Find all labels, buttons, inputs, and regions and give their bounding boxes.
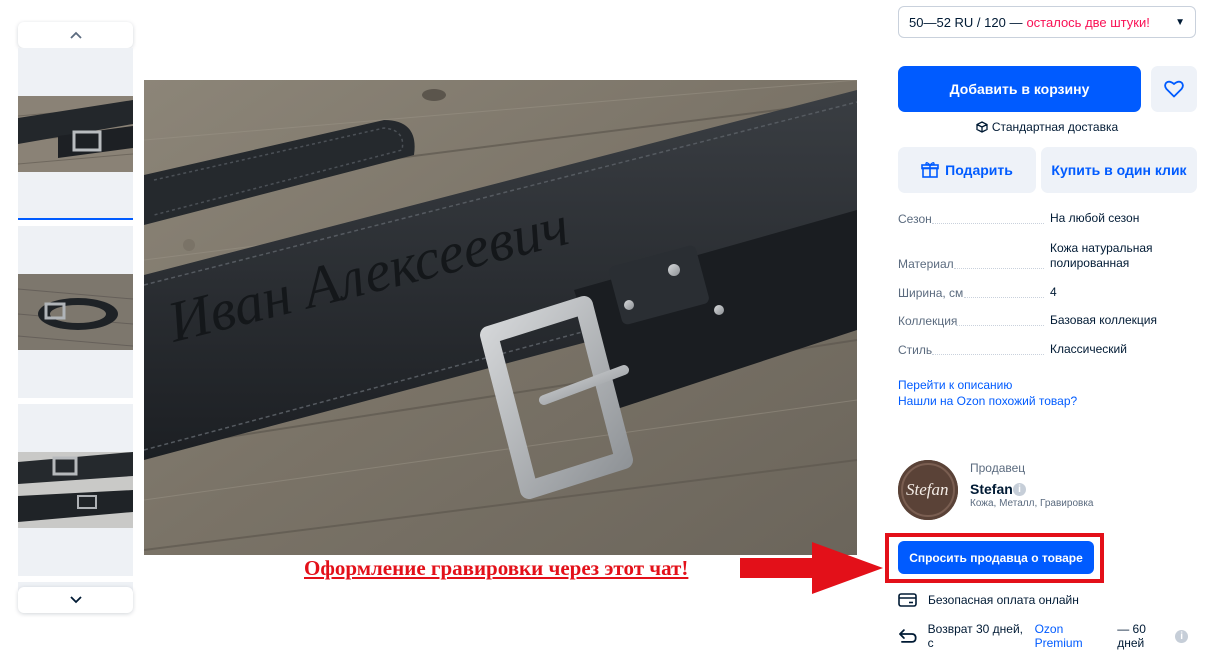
spec-row: Сезон На любой сезон (898, 206, 1198, 226)
spec-key: Материал (898, 257, 954, 271)
spec-key: Стиль (898, 343, 933, 357)
thumbnail-2[interactable] (18, 226, 133, 398)
gift-button[interactable]: Подарить (898, 147, 1036, 193)
size-select[interactable]: 50—52 RU / 120 — осталось две штуки! ▼ (898, 6, 1196, 38)
spec-key: Коллекция (898, 314, 958, 328)
main-product-image: Иван Алексеевич (144, 80, 857, 555)
spec-value: На любой сезон (1050, 211, 1140, 225)
caret-down-icon: ▼ (1175, 16, 1185, 28)
spec-key: Ширина, см (898, 286, 964, 300)
thumbnail-1-image (18, 96, 133, 172)
info-icon[interactable]: i (1013, 483, 1026, 496)
size-select-value: 50—52 RU / 120 — (909, 14, 1023, 30)
spec-value: Классический (1050, 342, 1127, 356)
return-prefix: Возврат 30 дней, с (927, 622, 1024, 650)
thumbnail-3[interactable] (18, 404, 133, 576)
spec-value: Базовая коллекция (1050, 313, 1157, 327)
favorite-button[interactable] (1151, 66, 1197, 112)
ask-seller-button[interactable]: Спросить продавца о товаре (898, 541, 1094, 574)
payment-info: Безопасная оплата онлайн (898, 592, 1079, 608)
spec-row: Коллекция Базовая коллекция (898, 312, 1198, 328)
thumbnail-2-image (18, 274, 133, 350)
gallery-down-button[interactable] (18, 587, 133, 613)
chevron-down-icon (69, 596, 82, 604)
spec-row: Ширина, см 4 (898, 284, 1198, 300)
go-to-description-link[interactable]: Перейти к описанию (898, 377, 1077, 393)
spec-leader (954, 268, 1044, 269)
annotation-text: Оформление гравировки через этот чат! (304, 556, 689, 580)
product-links: Перейти к описанию Нашли на Ozon похожий… (898, 377, 1077, 409)
spec-leader (932, 223, 1044, 224)
seller-logo-text: Stefan (906, 480, 949, 499)
seller-categories: Кожа, Металл, Гравировка (970, 498, 1094, 509)
thumbnail-gallery (18, 22, 133, 613)
return-info: Возврат 30 дней, с Ozon Premium — 60 дне… (898, 622, 1198, 650)
found-similar-link[interactable]: Нашли на Ozon похожий товар? (898, 393, 1077, 409)
annotation-arrow-icon (740, 542, 883, 594)
return-suffix: — 60 дней (1117, 622, 1146, 650)
return-arrow-icon (899, 629, 917, 643)
chevron-up-icon (69, 31, 82, 39)
active-thumbnail-indicator (18, 218, 133, 220)
thumbnail-1[interactable] (18, 48, 133, 220)
seller-card: Stefan Продавец Stefan i Кожа, Металл, Г… (898, 460, 1198, 522)
buy-one-click-button[interactable]: Купить в один клик (1041, 147, 1197, 193)
spec-row: Материал Кожа натуральная полированная (898, 240, 1198, 271)
box-icon (976, 121, 988, 133)
gift-label: Подарить (945, 162, 1013, 178)
seller-name[interactable]: Stefan (970, 481, 1013, 497)
ozon-premium-link[interactable]: Ozon Premium (1035, 622, 1114, 650)
spec-leader (932, 354, 1044, 355)
seller-label: Продавец (970, 461, 1026, 475)
spec-value: 4 (1050, 285, 1057, 299)
gallery-up-button[interactable] (18, 22, 133, 48)
delivery-label: Стандартная доставка (991, 120, 1119, 134)
spec-key: Сезон (898, 212, 932, 226)
card-icon (898, 593, 917, 607)
payment-label: Безопасная оплата онлайн (928, 593, 1079, 607)
spec-leader (964, 297, 1044, 298)
stock-warning: осталось две штуки! (1026, 14, 1150, 30)
seller-avatar[interactable]: Stefan (898, 460, 958, 520)
spec-row: Стиль Классический (898, 341, 1198, 357)
gift-icon (921, 162, 939, 178)
info-icon[interactable]: i (1175, 629, 1189, 643)
delivery-info: Стандартная доставка (898, 118, 1196, 136)
spec-leader (956, 325, 1044, 326)
add-to-cart-button[interactable]: Добавить в корзину (898, 66, 1141, 112)
heart-icon (1164, 80, 1184, 98)
thumbnail-3-image (18, 452, 133, 528)
spec-value: Кожа натуральная полированная (1050, 241, 1153, 270)
